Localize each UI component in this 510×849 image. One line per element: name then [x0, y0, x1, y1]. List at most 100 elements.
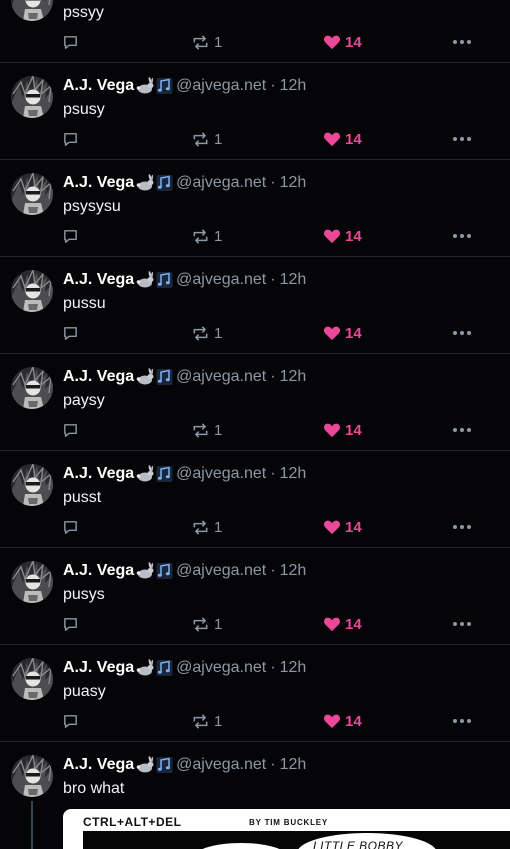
author-name[interactable]: A.J. Vega	[63, 367, 134, 387]
post-actions: 1 14	[0, 321, 510, 345]
author-handle[interactable]: @ajvega.net	[176, 755, 266, 775]
more-options-button[interactable]	[452, 321, 472, 345]
like-button[interactable]: 14	[323, 321, 362, 345]
reply-button[interactable]	[62, 321, 79, 345]
post[interactable]: A.J. Vega @ajvega.net ·	[0, 160, 510, 257]
more-options-button[interactable]	[452, 224, 472, 248]
separator-dot: ·	[270, 368, 276, 385]
musical-notes-emoji-icon	[156, 368, 173, 386]
author-handle[interactable]: @ajvega.net	[176, 173, 266, 193]
more-options-button[interactable]	[452, 127, 472, 151]
comic-image[interactable]: CTRL+ALT+DEL BY TIM BUCKLEY LITTLE BOBBY	[63, 809, 510, 849]
reply-button[interactable]	[62, 224, 79, 248]
post[interactable]: A.J. Vega @ajvega.net ·	[0, 742, 510, 849]
reply-button[interactable]	[62, 612, 79, 636]
author-name[interactable]: A.J. Vega	[63, 270, 134, 290]
reply-button[interactable]	[62, 709, 79, 733]
post-text: puasy	[63, 683, 106, 700]
repost-button[interactable]: 1	[191, 515, 222, 539]
repost-count: 1	[214, 712, 223, 730]
author-name[interactable]: A.J. Vega	[63, 658, 134, 678]
like-button[interactable]: 14	[323, 515, 362, 539]
post-actions: 1 14	[0, 127, 510, 151]
post-timestamp[interactable]: 12h	[280, 76, 307, 96]
post-timestamp[interactable]: 12h	[280, 464, 307, 484]
repost-button[interactable]: 1	[191, 30, 222, 54]
like-button[interactable]: 14	[323, 709, 362, 733]
post[interactable]: A.J. Vega @ajvega.net ·	[0, 645, 510, 742]
repost-arrows-icon	[191, 131, 210, 148]
post-timestamp[interactable]: 12h	[280, 270, 307, 290]
like-button[interactable]: 14	[323, 30, 362, 54]
post[interactable]: A.J. Vega @ajvega.net ·	[0, 354, 510, 451]
author-handle[interactable]: @ajvega.net	[176, 658, 266, 678]
like-button[interactable]: 14	[323, 224, 362, 248]
post-header: A.J. Vega @ajvega.net · 12h	[63, 464, 306, 484]
ellipsis-icon	[452, 233, 472, 239]
more-options-button[interactable]	[452, 30, 472, 54]
reply-button[interactable]	[62, 30, 79, 54]
like-button[interactable]: 14	[323, 418, 362, 442]
author-name[interactable]: A.J. Vega	[63, 464, 134, 484]
repost-button[interactable]: 1	[191, 418, 222, 442]
author-name[interactable]: A.J. Vega	[63, 173, 134, 193]
post-timestamp[interactable]: 12h	[280, 173, 307, 193]
author-name[interactable]: A.J. Vega	[63, 755, 134, 775]
comic-credit: BY TIM BUCKLEY	[249, 818, 329, 827]
repost-button[interactable]: 1	[191, 612, 222, 636]
reply-button[interactable]	[62, 418, 79, 442]
avatar[interactable]	[11, 173, 53, 215]
repost-count: 1	[214, 130, 223, 148]
avatar[interactable]	[11, 76, 53, 118]
repost-button[interactable]: 1	[191, 127, 222, 151]
author-handle[interactable]: @ajvega.net	[176, 367, 266, 387]
post-header: A.J. Vega @ajvega.net · 12h	[63, 658, 306, 678]
avatar[interactable]	[11, 270, 53, 312]
avatar[interactable]	[11, 464, 53, 506]
reply-button[interactable]	[62, 127, 79, 151]
rabbit-emoji-icon	[135, 271, 155, 289]
post-partial[interactable]: pssyy 1 14	[0, 0, 510, 63]
repost-button[interactable]: 1	[191, 224, 222, 248]
avatar[interactable]	[11, 658, 53, 700]
speech-bubble-icon	[62, 131, 79, 148]
reply-button[interactable]	[62, 515, 79, 539]
heart-icon	[323, 228, 341, 244]
post[interactable]: A.J. Vega @ajvega.net ·	[0, 451, 510, 548]
author-name[interactable]: A.J. Vega	[63, 561, 134, 581]
post-timestamp[interactable]: 12h	[280, 755, 307, 775]
post[interactable]: A.J. Vega @ajvega.net ·	[0, 257, 510, 354]
separator-dot: ·	[270, 562, 276, 579]
post[interactable]: A.J. Vega @ajvega.net ·	[0, 548, 510, 645]
avatar[interactable]	[11, 367, 53, 409]
more-options-button[interactable]	[452, 612, 472, 636]
more-options-button[interactable]	[452, 515, 472, 539]
comic-panel	[83, 831, 510, 849]
rabbit-emoji-icon	[135, 562, 155, 580]
repost-button[interactable]: 1	[191, 709, 222, 733]
author-handle[interactable]: @ajvega.net	[176, 270, 266, 290]
more-options-button[interactable]	[452, 418, 472, 442]
speech-bubble-icon	[62, 34, 79, 51]
like-button[interactable]: 14	[323, 127, 362, 151]
like-button[interactable]: 14	[323, 612, 362, 636]
repost-button[interactable]: 1	[191, 321, 222, 345]
author-name[interactable]: A.J. Vega	[63, 76, 134, 96]
heart-icon	[323, 616, 341, 632]
post[interactable]: A.J. Vega @ajvega.net ·	[0, 63, 510, 160]
rabbit-emoji-icon	[135, 465, 155, 483]
author-handle[interactable]: @ajvega.net	[176, 561, 266, 581]
post-timestamp[interactable]: 12h	[280, 658, 307, 678]
post-timestamp[interactable]: 12h	[280, 367, 307, 387]
post-text: paysy	[63, 392, 105, 409]
heart-icon	[323, 325, 341, 341]
post-actions: 1 14	[0, 515, 510, 539]
heart-icon	[323, 422, 341, 438]
more-options-button[interactable]	[452, 709, 472, 733]
avatar[interactable]	[11, 0, 53, 21]
avatar[interactable]	[11, 755, 53, 797]
author-handle[interactable]: @ajvega.net	[176, 76, 266, 96]
author-handle[interactable]: @ajvega.net	[176, 464, 266, 484]
avatar[interactable]	[11, 561, 53, 603]
post-timestamp[interactable]: 12h	[280, 561, 307, 581]
